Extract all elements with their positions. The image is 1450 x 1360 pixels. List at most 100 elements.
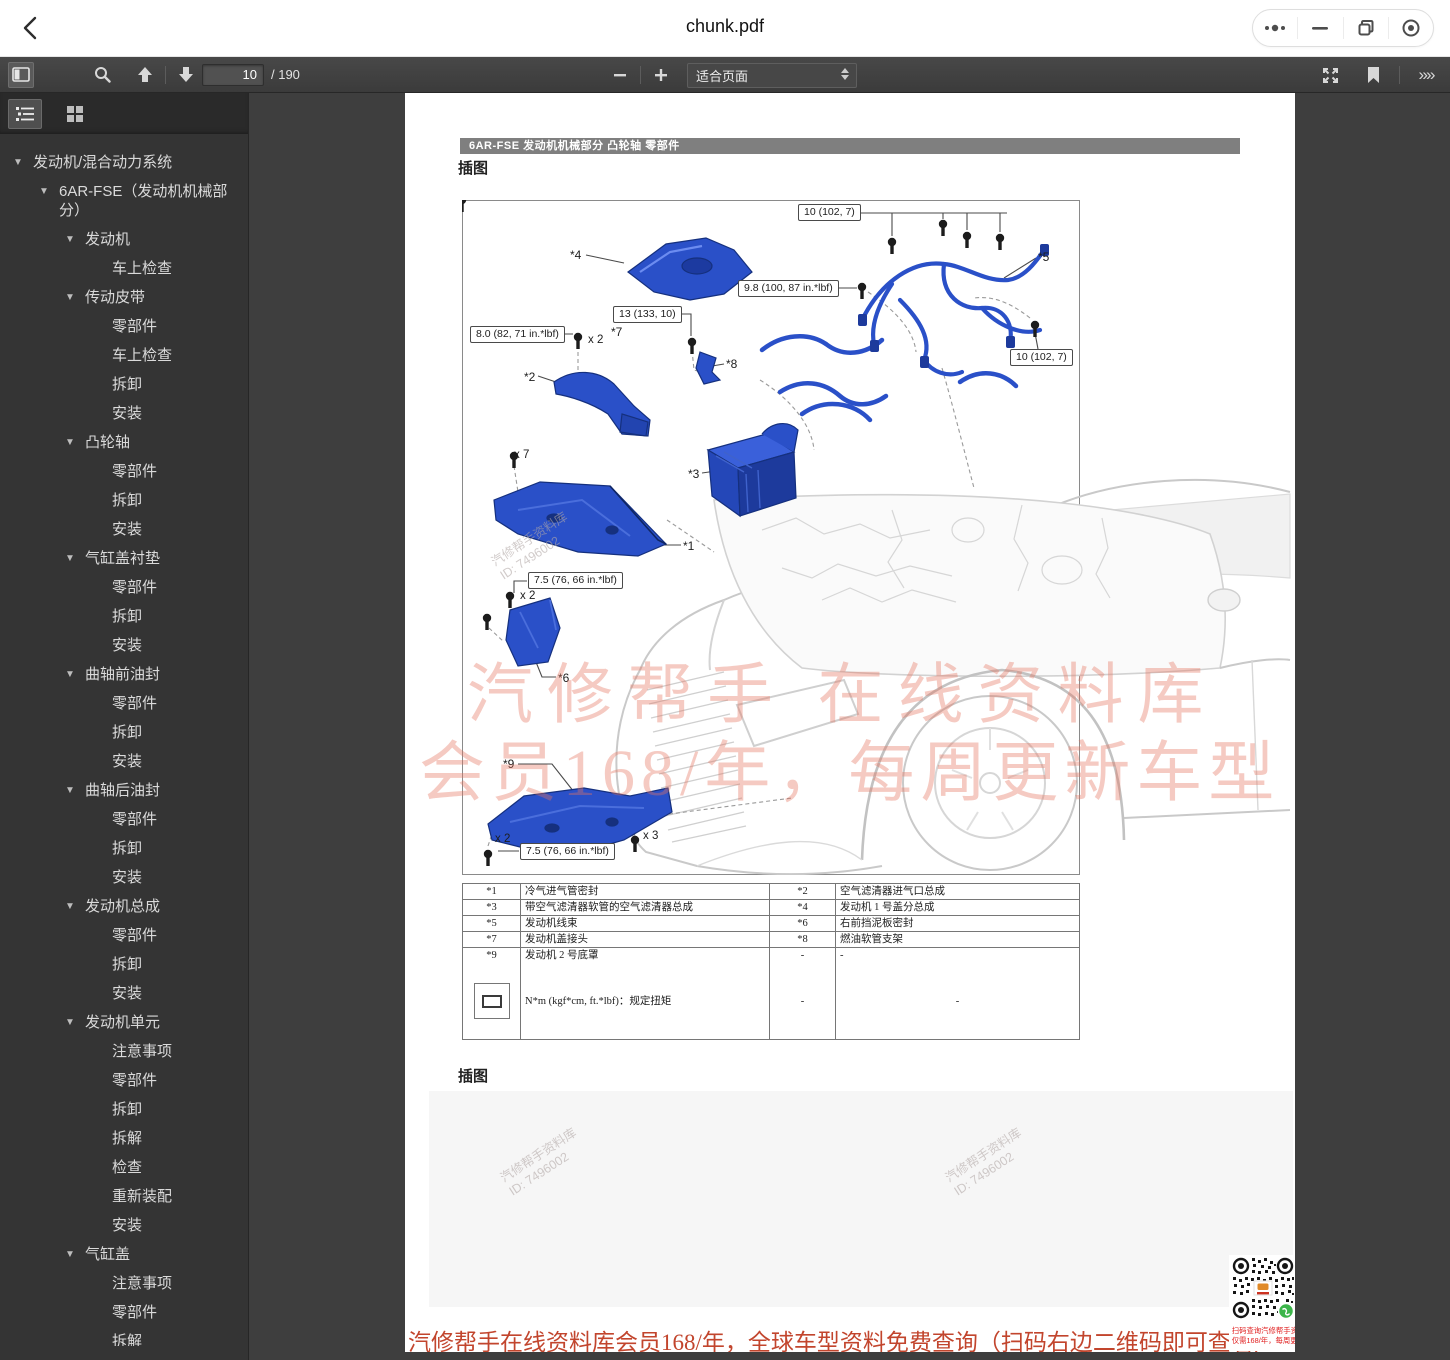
outline-item[interactable]: ▼ 凸轮轴 (0, 428, 248, 457)
outline-item[interactable]: 安装 (0, 515, 248, 544)
torque-callout: 9.8 (100, 87 in.*lbf) (738, 280, 839, 297)
caret-down-icon[interactable]: ▼ (39, 182, 59, 201)
zoom-in-button[interactable] (648, 62, 674, 88)
part-name-cell: 发动机盖接头 (521, 932, 770, 947)
outline-item[interactable]: 零部件 (0, 573, 248, 602)
part-ref-cell: *9 (463, 948, 521, 963)
outline-item-label: 拆解 (112, 1332, 148, 1346)
outline-item[interactable]: 零部件 (0, 805, 248, 834)
caret-down-icon[interactable]: ▼ (65, 230, 85, 249)
arrow-down-icon (178, 66, 194, 83)
outline-item[interactable]: 安装 (0, 631, 248, 660)
outline-item[interactable]: 车上检查 (0, 341, 248, 370)
outline-item[interactable]: ▼ 发动机单元 (0, 1008, 248, 1037)
outline-item[interactable]: 零部件 (0, 1066, 248, 1095)
torque-callout: 7.5 (76, 66 in.*lbf) (528, 572, 623, 589)
outline-item[interactable]: 安装 (0, 399, 248, 428)
outline-item[interactable]: 拆解 (0, 1124, 248, 1153)
plus-icon (654, 68, 668, 82)
more-button[interactable] (1253, 17, 1298, 39)
outline-item[interactable]: ▼ 发动机/混合动力系统 (0, 148, 248, 177)
caret-down-icon[interactable]: ▼ (65, 288, 85, 307)
outline-item[interactable]: 零部件 (0, 689, 248, 718)
outline-item[interactable]: ▼ 气缸盖衬垫 (0, 544, 248, 573)
part-name-cell: 右前挡泥板密封 (836, 916, 1079, 931)
bookmark-button[interactable] (1360, 62, 1386, 88)
outline-item[interactable]: 拆卸 (0, 602, 248, 631)
caret-down-icon[interactable]: ▼ (65, 549, 85, 568)
outline-item-label: 发动机/混合动力系统 (33, 153, 178, 172)
previous-page-button[interactable] (132, 62, 158, 88)
fastener-quantity-label: x 2 (520, 590, 535, 602)
next-page-button[interactable] (173, 62, 199, 88)
page-number-input[interactable] (202, 64, 264, 86)
restore-button[interactable] (1344, 17, 1389, 39)
outline-item[interactable]: ▼ 曲轴后油封 (0, 776, 248, 805)
caret-down-icon[interactable]: ▼ (65, 897, 85, 916)
outline-item[interactable]: 零部件 (0, 312, 248, 341)
zoom-level-select[interactable]: 适合页面 (687, 63, 857, 88)
outline-item[interactable]: 零部件 (0, 921, 248, 950)
part-name-cell: 带空气滤清器软管的空气滤清器总成 (521, 900, 770, 915)
outline-item[interactable]: 零部件 (0, 457, 248, 486)
outline-item-label: 曲轴后油封 (85, 781, 166, 800)
outline-item-label: 车上检查 (112, 259, 178, 278)
outline-item[interactable]: 拆解 (0, 1327, 248, 1346)
outline-item[interactable]: 安装 (0, 979, 248, 1008)
fullscreen-icon (1322, 67, 1339, 84)
page-count-label: / 190 (271, 67, 300, 82)
thumbnails-view-button[interactable] (58, 99, 92, 129)
outline-item-label: 零部件 (112, 1071, 163, 1090)
outline-item-label: 安装 (112, 404, 148, 423)
zoom-out-button[interactable] (607, 62, 633, 88)
outline-item[interactable]: ▼ 气缸盖 (0, 1240, 248, 1269)
outline-item-label: 安装 (112, 868, 148, 887)
outline-item[interactable]: 拆卸 (0, 1095, 248, 1124)
minimize-button[interactable] (1298, 17, 1343, 39)
qr-code (1230, 1255, 1295, 1321)
double-chevron-icon: »» (1419, 65, 1434, 85)
fullscreen-button[interactable] (1317, 62, 1343, 88)
qr-caption-line1: 扫码查询汽修帮手资料 (1232, 1326, 1295, 1335)
outline-item[interactable]: 拆卸 (0, 486, 248, 515)
outline-item[interactable]: 零部件 (0, 1298, 248, 1327)
part-ref-cell: - (770, 948, 836, 963)
outline-item[interactable]: 车上检查 (0, 254, 248, 283)
outline-item[interactable]: 拆卸 (0, 950, 248, 979)
caret-down-icon[interactable]: ▼ (65, 781, 85, 800)
outline-item[interactable]: 安装 (0, 863, 248, 892)
outline-item[interactable]: 安装 (0, 747, 248, 776)
outline-item[interactable]: ▼ 发动机 (0, 225, 248, 254)
outline-item-label: 检查 (112, 1158, 148, 1177)
outline-item[interactable]: 注意事项 (0, 1269, 248, 1298)
outline-item[interactable]: 检查 (0, 1153, 248, 1182)
caret-down-icon[interactable]: ▼ (65, 665, 85, 684)
outline-item[interactable]: ▼ 传动皮带 (0, 283, 248, 312)
sidebar-toggle-button[interactable] (8, 62, 34, 88)
toolbar-more-button[interactable]: »» (1413, 62, 1439, 88)
outline-item[interactable]: ▼ 6AR-FSE（发动机机械部分） (0, 177, 248, 225)
part-ref-cell: *4 (770, 900, 836, 915)
pdf-toolbar: / 190 适合页面 »» (0, 57, 1450, 93)
outline-item-label: 注意事项 (112, 1274, 178, 1293)
caret-down-icon[interactable]: ▼ (65, 1245, 85, 1264)
outline-view-button[interactable] (8, 99, 42, 129)
outline-item[interactable]: 拆卸 (0, 718, 248, 747)
outline-item[interactable]: 拆卸 (0, 370, 248, 399)
outline-item-label: 拆解 (112, 1129, 148, 1148)
target-button[interactable] (1389, 17, 1433, 39)
caret-down-icon[interactable]: ▼ (65, 433, 85, 452)
outline-item-label: 零部件 (112, 926, 163, 945)
outline-item[interactable]: 拆卸 (0, 834, 248, 863)
titlebar: chunk.pdf (0, 0, 1450, 57)
outline-item[interactable]: 安装 (0, 1211, 248, 1240)
caret-down-icon[interactable]: ▼ (65, 1013, 85, 1032)
search-button[interactable] (89, 62, 115, 88)
part-number-label: *5 (1038, 250, 1049, 264)
outline-item[interactable]: 注意事项 (0, 1037, 248, 1066)
outline-item[interactable]: ▼ 发动机总成 (0, 892, 248, 921)
caret-down-icon[interactable]: ▼ (13, 153, 33, 172)
outline-item-label: 安装 (112, 1216, 148, 1235)
outline-item[interactable]: ▼ 曲轴前油封 (0, 660, 248, 689)
outline-item[interactable]: 重新装配 (0, 1182, 248, 1211)
